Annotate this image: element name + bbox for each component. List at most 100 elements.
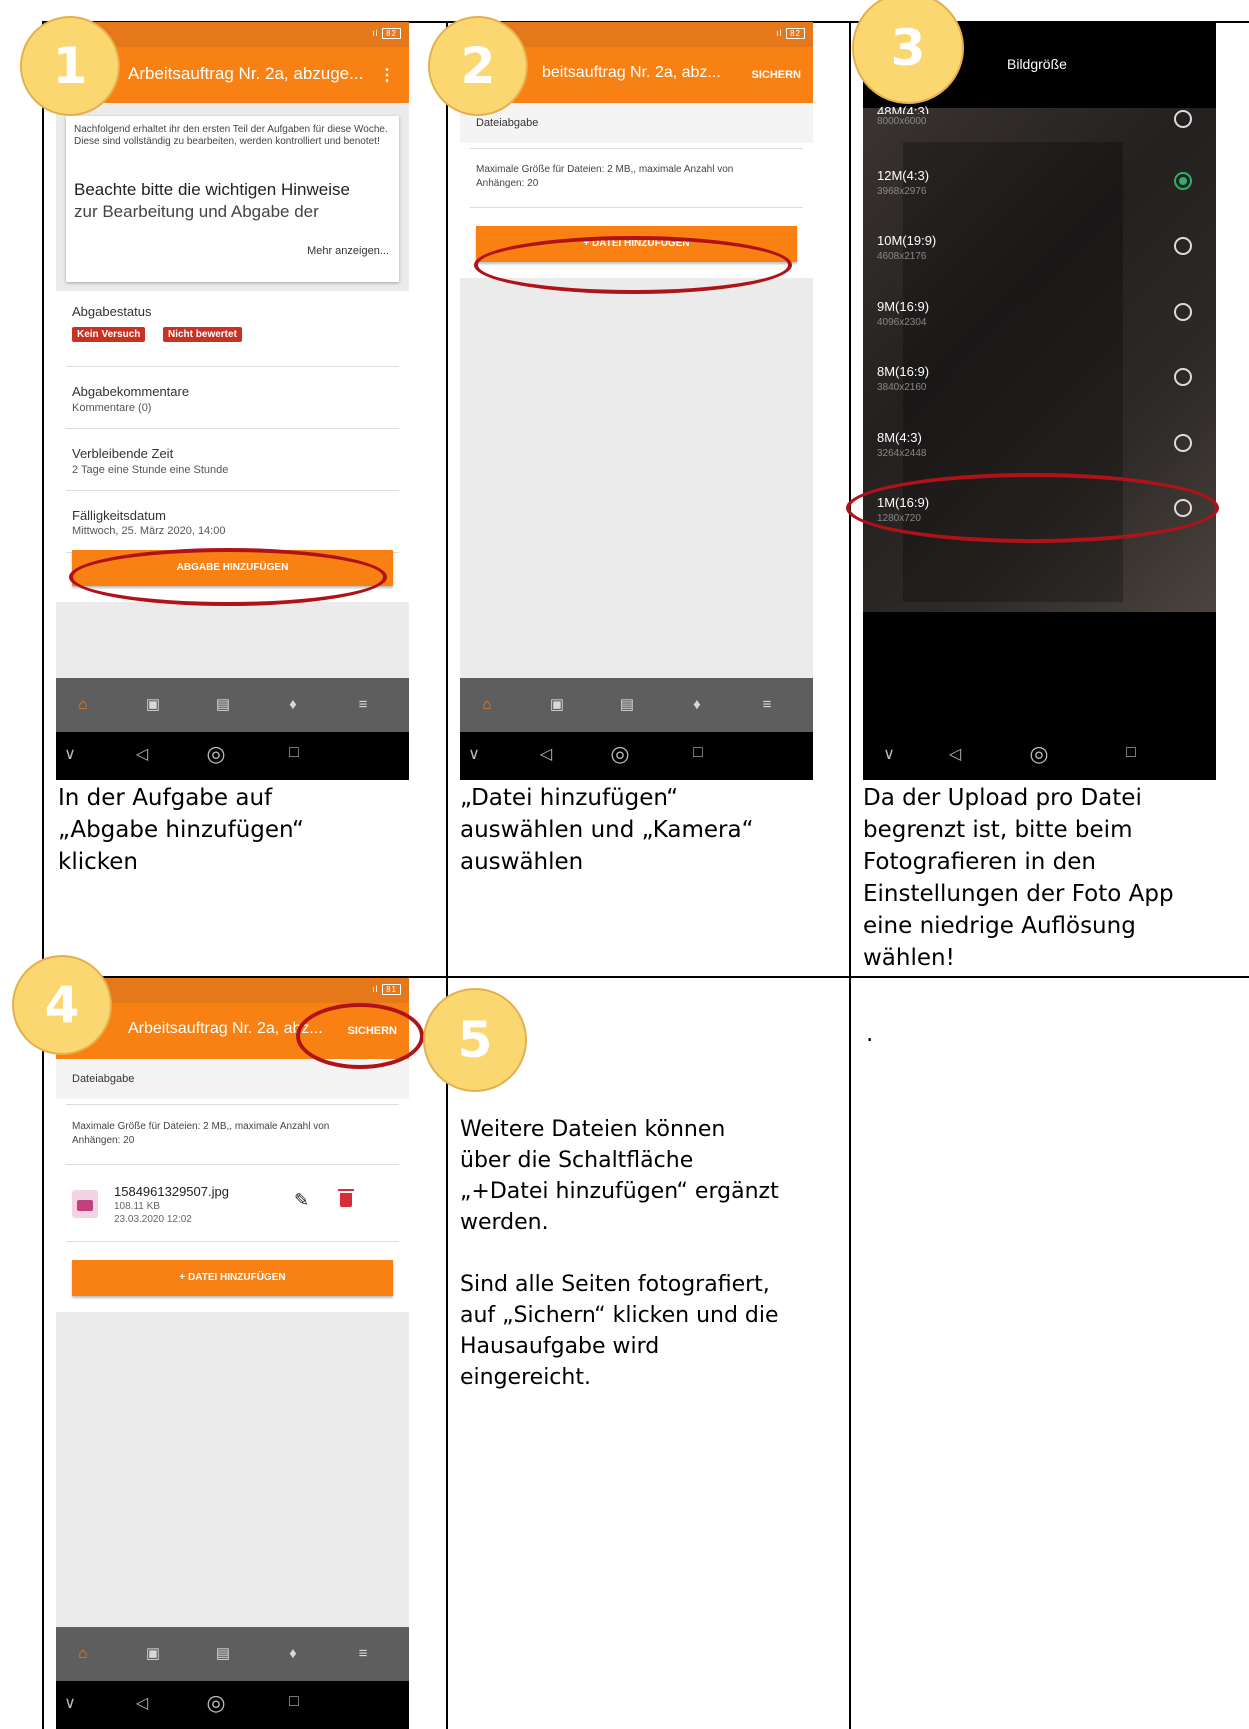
- caption-line: auswählen: [460, 849, 584, 875]
- home-icon[interactable]: ⌂: [476, 694, 498, 716]
- caption-line: Da der Upload pro Datei: [863, 785, 1142, 811]
- section-header: Dateiabgabe: [460, 103, 813, 143]
- home-nav-icon[interactable]: ◎: [608, 741, 632, 767]
- battery-icon: 82: [786, 28, 805, 39]
- screen-file-submission: ıl 82 beitsauftrag Nr. 2a, abz... SICHER…: [460, 22, 813, 780]
- intro-heading-line2: zur Bearbeitung und Abgabe der: [74, 202, 319, 221]
- radio-button[interactable]: [1174, 237, 1192, 255]
- radio-button[interactable]: [1174, 110, 1192, 128]
- page-title: Bildgröße: [1007, 56, 1067, 72]
- home-icon[interactable]: ⌂: [72, 1643, 94, 1665]
- menu-icon[interactable]: ≡: [352, 1643, 374, 1665]
- radio-button[interactable]: [1174, 368, 1192, 386]
- home-nav-icon[interactable]: ◎: [1027, 741, 1051, 767]
- image-file-icon: [72, 1190, 98, 1218]
- status-label: Abgabestatus: [72, 304, 152, 319]
- home-icon[interactable]: ⌂: [72, 694, 94, 716]
- battery-icon: 81: [382, 984, 401, 995]
- radio-button[interactable]: [1174, 303, 1192, 321]
- menu-icon[interactable]: ≡: [756, 694, 778, 716]
- notifications-icon[interactable]: ♦: [686, 694, 708, 716]
- calendar-icon[interactable]: ▣: [546, 694, 568, 716]
- resolution-option[interactable]: 8M(16:9) 3840x2160: [863, 362, 1216, 422]
- file-date: 23.03.2020 12:02: [114, 1214, 192, 1225]
- resolution-option[interactable]: 12M(4:3) 3968x2976: [863, 166, 1216, 226]
- tab-bar: ⌂ ▣ ▤ ♦ ≡: [56, 678, 409, 732]
- edit-icon[interactable]: ✎: [294, 1190, 309, 1211]
- caption-line: eingereicht.: [460, 1365, 591, 1390]
- resolution-option[interactable]: 9M(16:9) 4096x2304: [863, 297, 1216, 357]
- back-icon[interactable]: ◁: [130, 1693, 154, 1713]
- back-icon[interactable]: ◁: [943, 744, 967, 764]
- caption-line: „Abgabe hinzufügen“: [58, 817, 304, 843]
- home-nav-icon[interactable]: ◎: [204, 741, 228, 767]
- add-file-button[interactable]: + DATEI HINZUFÜGEN: [72, 1260, 393, 1296]
- step-number-1: 1: [20, 16, 120, 116]
- step-number-2: 2: [428, 16, 528, 116]
- caption-line: auf „Sichern“ klicken und die: [460, 1303, 779, 1328]
- save-button[interactable]: SICHERN: [751, 69, 801, 81]
- option-resolution: 8000x6000: [877, 116, 927, 127]
- caption-step-1: In der Aufgabe auf „Abgabe hinzufügen“ k…: [58, 782, 304, 878]
- messages-icon[interactable]: ▤: [212, 1643, 234, 1665]
- step-number-4: 4: [12, 955, 112, 1055]
- notifications-icon[interactable]: ♦: [282, 694, 304, 716]
- camera-icon: [77, 1200, 93, 1211]
- option-resolution: 4096x2304: [877, 317, 927, 328]
- caption-line: Einstellungen der Foto App: [863, 881, 1174, 907]
- radio-button[interactable]: [1174, 434, 1192, 452]
- system-nav-bar: ∨ ◁ ◎ □: [56, 732, 409, 780]
- chevron-down-icon[interactable]: ∨: [877, 744, 901, 764]
- option-resolution: 4608x2176: [877, 251, 927, 262]
- chevron-down-icon[interactable]: ∨: [462, 744, 486, 764]
- calendar-icon[interactable]: ▣: [142, 694, 164, 716]
- divider: [470, 207, 803, 208]
- home-nav-icon[interactable]: ◎: [204, 1690, 228, 1716]
- screen-file-uploaded: ıl 81 Arbeitsauftrag Nr. 2a, abz... SICH…: [56, 978, 409, 1729]
- status-badge-attempt: Kein Versuch: [72, 327, 146, 342]
- caption-line: „+Datei hinzufügen“ ergänzt: [460, 1179, 779, 1204]
- recents-icon[interactable]: □: [282, 744, 306, 762]
- status-icons: ıl 81: [372, 984, 401, 995]
- resolution-option[interactable]: 48M(4:3) 8000x6000: [863, 104, 1216, 166]
- upload-info-line2: Anhängen: 20: [72, 1135, 135, 1146]
- recents-icon[interactable]: □: [1119, 744, 1143, 762]
- file-name[interactable]: 1584961329507.jpg: [114, 1184, 229, 1199]
- comments-label: Abgabekommentare: [72, 384, 190, 399]
- upload-info-line1: Maximale Größe für Dateien: 2 MB,, maxim…: [72, 1121, 330, 1132]
- remaining-value: 2 Tage eine Stunde eine Stunde: [72, 464, 229, 476]
- notifications-icon[interactable]: ♦: [282, 1643, 304, 1665]
- more-vert-icon[interactable]: ⋮: [379, 65, 395, 85]
- messages-icon[interactable]: ▤: [616, 694, 638, 716]
- radio-button-selected[interactable]: [1174, 172, 1192, 190]
- caption-line: Weitere Dateien können: [460, 1117, 726, 1142]
- empty-area: [56, 602, 409, 678]
- intro-card: Nachfolgend erhaltet ihr den ersten Teil…: [66, 116, 399, 282]
- option-name: 12M(4:3): [877, 168, 930, 183]
- delete-icon[interactable]: [338, 1189, 354, 1207]
- messages-icon[interactable]: ▤: [212, 694, 234, 716]
- system-nav-bar: ∨ ◁ ◎ □: [460, 732, 813, 780]
- comments-value[interactable]: Kommentare (0): [72, 402, 151, 414]
- divider: [66, 1164, 399, 1165]
- status-icons: ıl 82: [776, 28, 805, 39]
- menu-icon[interactable]: ≡: [352, 694, 374, 716]
- caption-line: eine niedrige Auflösung: [863, 913, 1136, 939]
- back-icon[interactable]: ◁: [130, 744, 154, 764]
- step-number-5: 5: [423, 988, 527, 1092]
- chevron-down-icon[interactable]: ∨: [58, 1693, 82, 1713]
- recents-icon[interactable]: □: [282, 1693, 306, 1711]
- chevron-down-icon[interactable]: ∨: [58, 744, 82, 764]
- resolution-option[interactable]: 10M(19:9) 4608x2176: [863, 231, 1216, 291]
- remaining-label: Verbleibende Zeit: [72, 446, 174, 461]
- empty-area: [460, 278, 813, 678]
- more-link[interactable]: Mehr anzeigen...: [307, 245, 389, 257]
- recents-icon[interactable]: □: [686, 744, 710, 762]
- divider: [66, 1241, 399, 1242]
- tab-bar: ⌂ ▣ ▤ ♦ ≡: [56, 1627, 409, 1681]
- back-icon[interactable]: ◁: [534, 744, 558, 764]
- system-nav-bar: ∨ ◁ ◎ □: [56, 1681, 409, 1729]
- screen-camera-resolution: Bildgröße 48M(4:3) 8000x6000 12M(4:3) 39…: [863, 22, 1216, 780]
- calendar-icon[interactable]: ▣: [142, 1643, 164, 1665]
- option-name: 48M(4:3): [877, 104, 930, 114]
